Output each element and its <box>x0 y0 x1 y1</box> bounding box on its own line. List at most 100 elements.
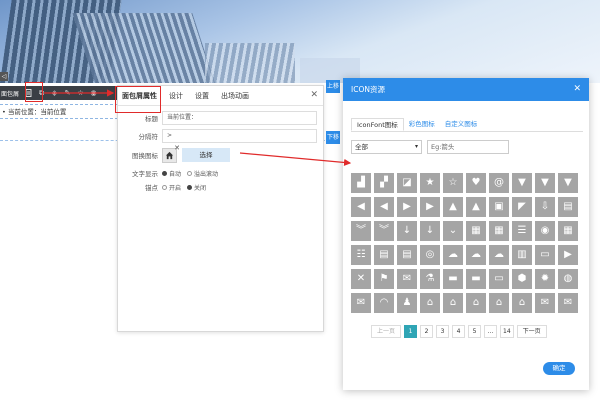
home-star-icon[interactable]: ⌂ <box>512 293 532 313</box>
chat-icon[interactable]: ◉ <box>535 221 555 241</box>
flask-icon[interactable]: ⚗ <box>420 269 440 289</box>
radio-anchor-on[interactable]: 开启 <box>162 183 181 192</box>
home-icon[interactable]: ⌂ <box>443 293 463 313</box>
home-icon[interactable]: ✕ <box>162 144 180 163</box>
flag-icon[interactable]: ⚑ <box>374 269 394 289</box>
megaphone-icon[interactable]: ◤ <box>512 197 532 217</box>
calendar-grid-icon[interactable]: ▦ <box>558 221 578 241</box>
calendar-icon[interactable]: ▦ <box>466 221 486 241</box>
icon-tile[interactable]: ▤ <box>558 197 578 217</box>
close-box-icon[interactable]: ✕ <box>351 269 371 289</box>
star-icon[interactable]: ☆ <box>74 86 87 100</box>
title-input[interactable]: 当前位置： <box>162 111 317 125</box>
arrow-down-icon[interactable]: ↓ <box>420 221 440 241</box>
radio-overflow-scroll[interactable]: 溢出滚动 <box>187 169 218 178</box>
icon-search-input[interactable]: Eg:箭头 <box>427 140 509 154</box>
headphones-icon[interactable]: ◠ <box>374 293 394 313</box>
text-display-row: 文字显示 自动 溢出滚动 <box>118 166 224 180</box>
close-icon[interactable]: ✕ <box>310 90 318 100</box>
radio-label: 开启 <box>169 184 182 192</box>
radio-dot <box>187 170 193 176</box>
category-select[interactable]: 全部 ▾ <box>351 140 422 154</box>
monitor-icon[interactable]: ▭ <box>535 245 555 265</box>
remove-icon[interactable]: ✕ <box>174 144 180 152</box>
star-outline-icon[interactable]: ☆ <box>443 173 463 193</box>
page-1[interactable]: 1 <box>404 325 417 338</box>
tab-custom-icons[interactable]: 自定义图标 <box>440 118 483 131</box>
signal-bars-icon[interactable]: ▟ <box>351 173 371 193</box>
play-screen-icon[interactable]: ▶ <box>558 245 578 265</box>
page-2[interactable]: 2 <box>420 325 433 338</box>
tool-icon[interactable]: ✎ <box>61 86 74 100</box>
double-chevron-down-icon[interactable]: ︾ <box>374 221 394 241</box>
chart-icon[interactable]: ▥ <box>512 245 532 265</box>
heart-icon[interactable]: ♥ <box>466 173 486 193</box>
cloud-outline-icon[interactable]: ☁ <box>489 245 509 265</box>
id-card-icon[interactable]: ▤ <box>397 245 417 265</box>
icon-tile[interactable]: ▼ <box>558 173 578 193</box>
at-sign-icon[interactable]: @ <box>489 173 509 193</box>
list-detail-icon[interactable]: ☷ <box>351 245 371 265</box>
prev-page-button[interactable]: 上一页 <box>371 325 401 338</box>
move-up-button[interactable]: 上移 <box>326 80 340 93</box>
arrow-right-icon[interactable]: ▶ <box>420 197 440 217</box>
anchor-row: 锚点 开启 关闭 <box>118 180 212 194</box>
tab-entrance-animation[interactable]: 出场动画 <box>221 91 249 101</box>
list-icon[interactable]: ☰ <box>512 221 532 241</box>
growth-chart-icon[interactable]: ◪ <box>397 173 417 193</box>
home-add-icon[interactable]: ⌂ <box>489 293 509 313</box>
hdd-icon[interactable]: ▭ <box>489 269 509 289</box>
globe-icon[interactable]: ◍ <box>558 269 578 289</box>
chevron-down-icon[interactable]: ⌄ <box>443 221 463 241</box>
pin-icon[interactable]: ✉ <box>397 269 417 289</box>
eye-icon[interactable]: ◉ <box>87 86 100 100</box>
mail-open-icon[interactable]: ✉ <box>535 293 555 313</box>
box-icon[interactable]: ⬢ <box>512 269 532 289</box>
page-5[interactable]: 5 <box>468 325 481 338</box>
move-down-button[interactable]: 下移 <box>326 131 340 144</box>
choose-icon-button[interactable]: 选择 <box>182 148 230 162</box>
tab-settings[interactable]: 设置 <box>195 91 209 101</box>
page-3[interactable]: 3 <box>436 325 449 338</box>
tab-design[interactable]: 设计 <box>169 91 183 101</box>
tab-color-icons[interactable]: 彩色图标 <box>404 118 440 131</box>
user-pin-icon[interactable]: ♟ <box>397 293 417 313</box>
page-4[interactable]: 4 <box>452 325 465 338</box>
card-icon[interactable]: ▬ <box>466 269 486 289</box>
arrow-right-tri-icon[interactable]: ▶ <box>397 197 417 217</box>
badge-icon[interactable]: ◎ <box>420 245 440 265</box>
collapse-tab[interactable]: ◁ <box>0 72 8 81</box>
page-14[interactable]: 14 <box>500 325 514 338</box>
close-icon[interactable]: ✕ <box>573 78 581 101</box>
rising-chart-icon[interactable]: ▞ <box>374 173 394 193</box>
arrow-down-tri-icon[interactable]: ▼ <box>535 173 555 193</box>
cloud-icon[interactable]: ☁ <box>443 245 463 265</box>
layers-icon[interactable]: ◈ <box>48 86 61 100</box>
arrow-down-tri-icon[interactable]: ▼ <box>512 173 532 193</box>
home-icon[interactable]: ⌂ <box>420 293 440 313</box>
confirm-button[interactable]: 确定 <box>543 362 575 375</box>
gear-icon[interactable]: ✹ <box>535 269 555 289</box>
arrow-left-tri-icon[interactable]: ◀ <box>351 197 371 217</box>
arrow-up-icon[interactable]: ▲ <box>466 197 486 217</box>
radio-auto[interactable]: 自动 <box>162 169 181 178</box>
building-shape <box>205 43 295 83</box>
double-chevron-down-icon[interactable]: ︾ <box>351 221 371 241</box>
arrow-left-tri-icon[interactable]: ◀ <box>374 197 394 217</box>
inbox-icon[interactable]: ✉ <box>351 293 371 313</box>
calendar-icon[interactable]: ▦ <box>489 221 509 241</box>
tab-iconfont[interactable]: IconFont图标 <box>351 118 404 131</box>
star-edit-icon[interactable]: ★ <box>420 173 440 193</box>
cloud-upload-icon[interactable]: ☁ <box>466 245 486 265</box>
folder-icon[interactable]: ▬ <box>443 269 463 289</box>
arrow-down-box-icon[interactable]: ⇩ <box>535 197 555 217</box>
separator-input[interactable]: > <box>162 129 317 143</box>
home-outline-icon[interactable]: ⌂ <box>466 293 486 313</box>
briefcase-icon[interactable]: ▣ <box>489 197 509 217</box>
arrow-down-icon[interactable]: ↓ <box>397 221 417 241</box>
icon-tile[interactable]: ✉ <box>558 293 578 313</box>
arrow-up-icon[interactable]: ▲ <box>443 197 463 217</box>
id-card-icon[interactable]: ▤ <box>374 245 394 265</box>
next-page-button[interactable]: 下一页 <box>516 325 547 338</box>
radio-anchor-off[interactable]: 关闭 <box>187 183 206 192</box>
